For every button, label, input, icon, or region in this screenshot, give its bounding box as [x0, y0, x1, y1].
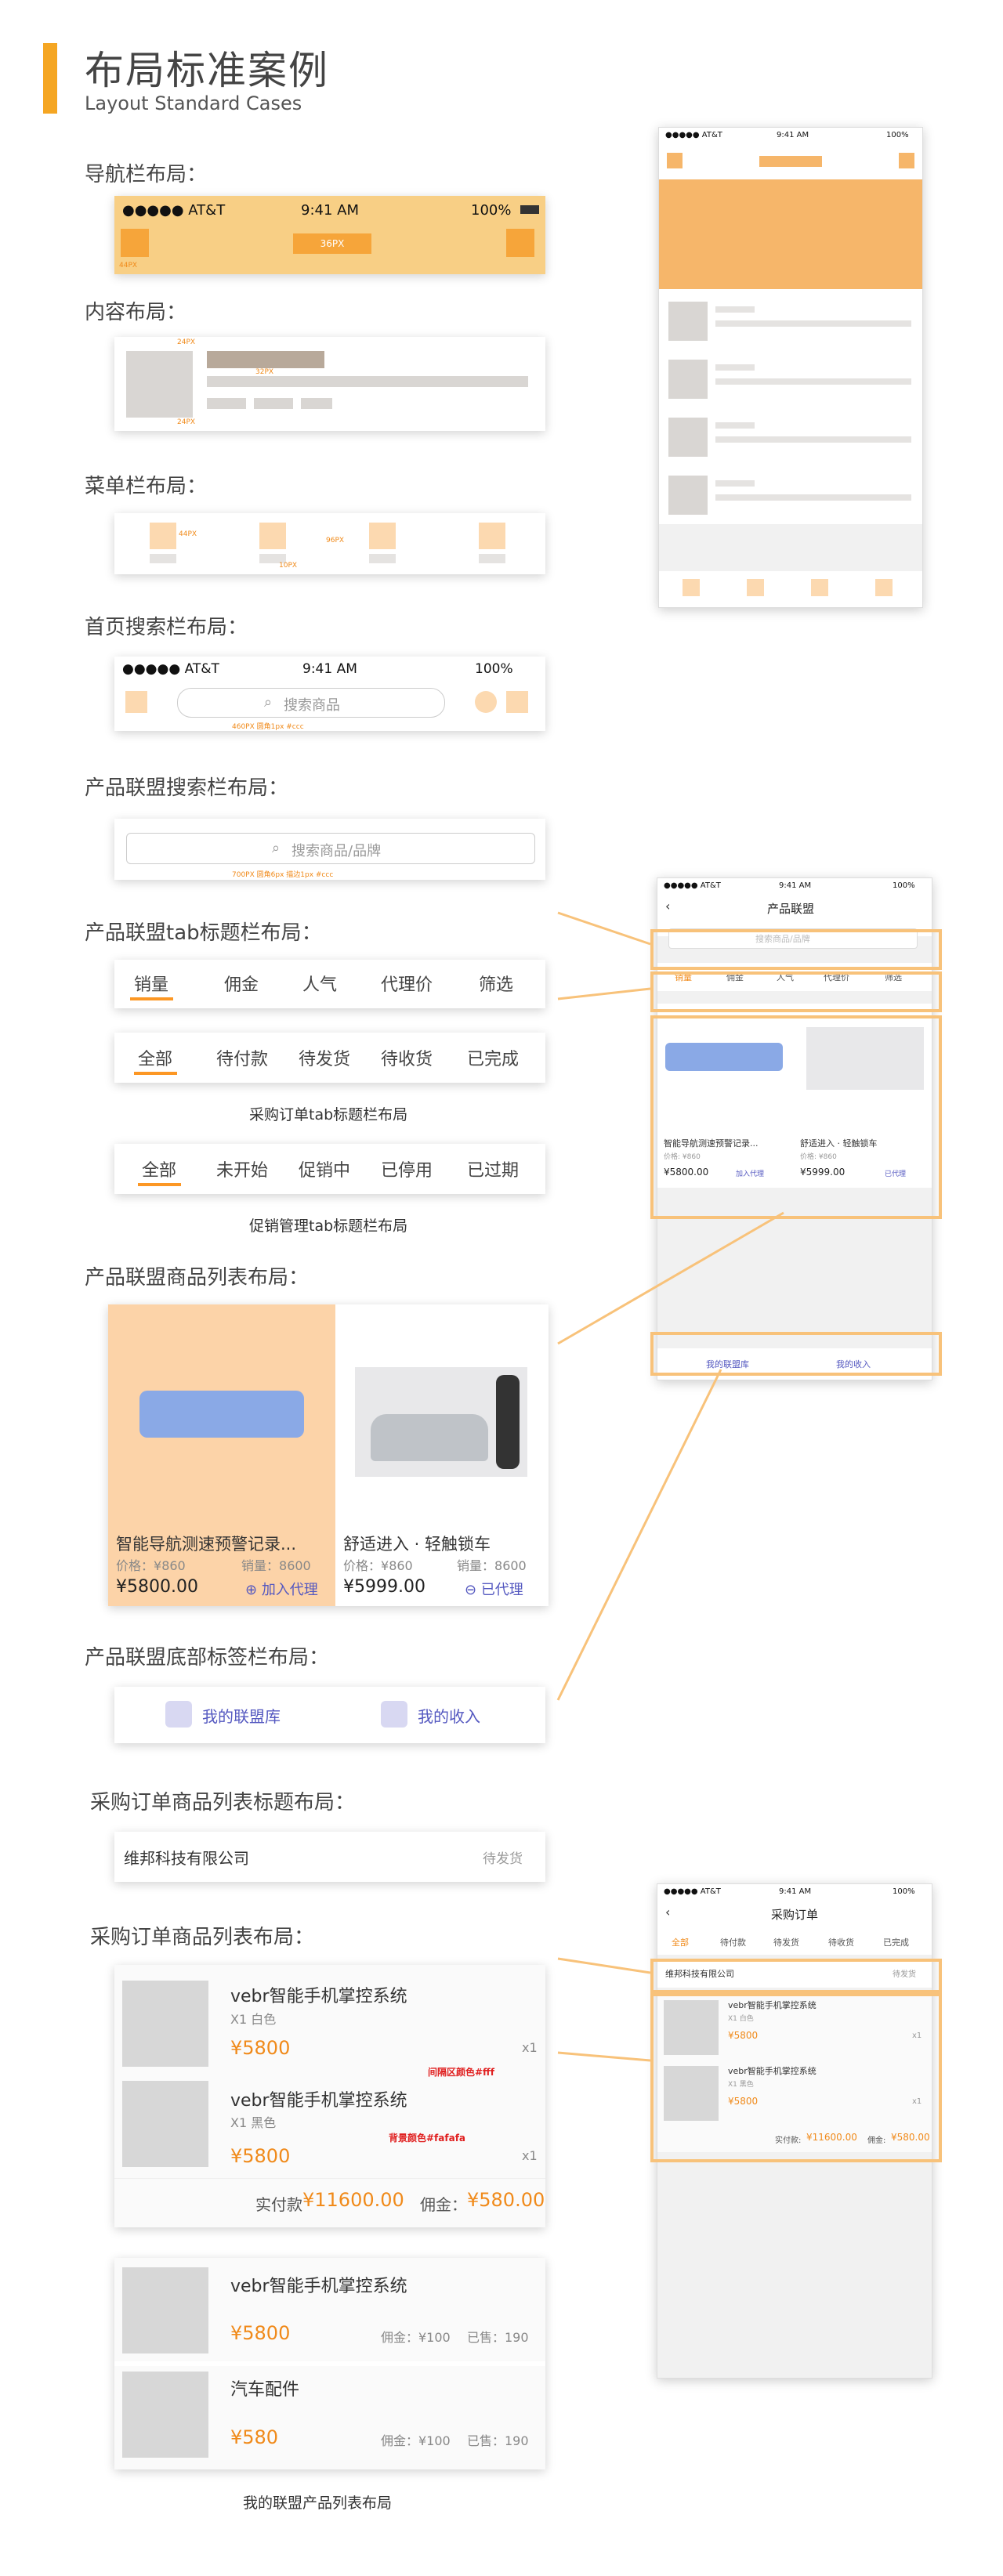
connector-lines	[556, 911, 784, 2062]
